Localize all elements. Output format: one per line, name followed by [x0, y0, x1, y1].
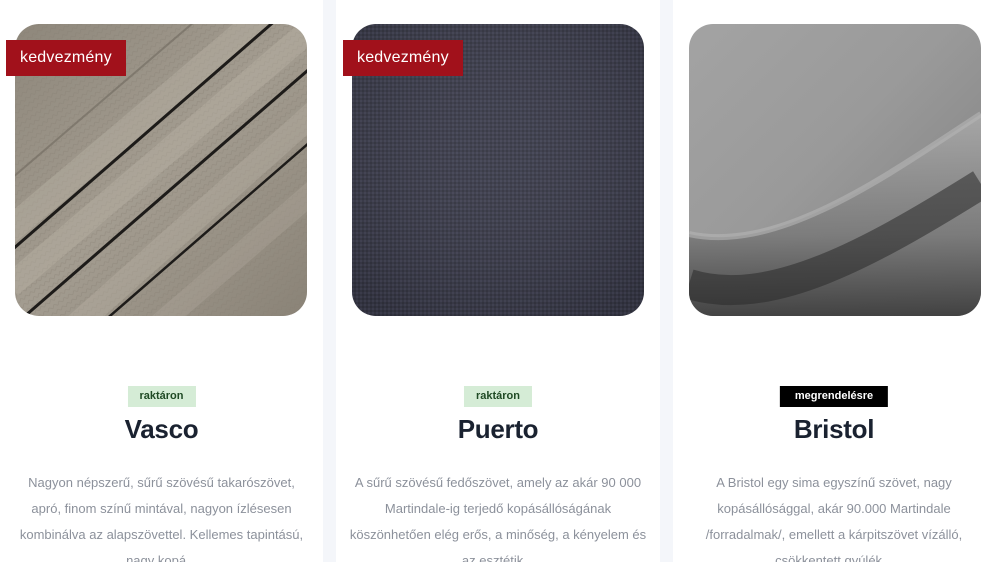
stock-status-badge: raktáron: [127, 386, 196, 407]
product-grid: kedvezmény raktáron Vasco Nagyon népszer…: [0, 0, 995, 562]
stock-status-badge: raktáron: [463, 386, 533, 407]
product-title[interactable]: Vasco: [0, 414, 323, 445]
stock-status-badge: megrendelésre: [779, 386, 889, 407]
product-title[interactable]: Puerto: [336, 414, 660, 445]
product-image[interactable]: [689, 24, 981, 316]
product-description: Nagyon népszerű, sűrű szövésű takarószöv…: [19, 475, 304, 562]
product-card-bristol[interactable]: megrendelésre Bristol A Bristol egy sima…: [673, 0, 995, 562]
product-description: A Bristol egy sima egyszínű szövet, nagy…: [705, 475, 963, 562]
product-description: A sűrű szövésű fedőszövet, amely az akár…: [349, 475, 647, 562]
product-card-vasco[interactable]: kedvezmény raktáron Vasco Nagyon népszer…: [0, 0, 323, 562]
fabric-swatch-grey-icon: [689, 24, 981, 316]
product-card-puerto[interactable]: kedvezmény raktáron Puerto A sűrű szövés…: [336, 0, 660, 562]
discount-badge: kedvezmény: [6, 40, 126, 76]
discount-badge: kedvezmény: [343, 40, 463, 76]
product-title[interactable]: Bristol: [673, 414, 995, 445]
